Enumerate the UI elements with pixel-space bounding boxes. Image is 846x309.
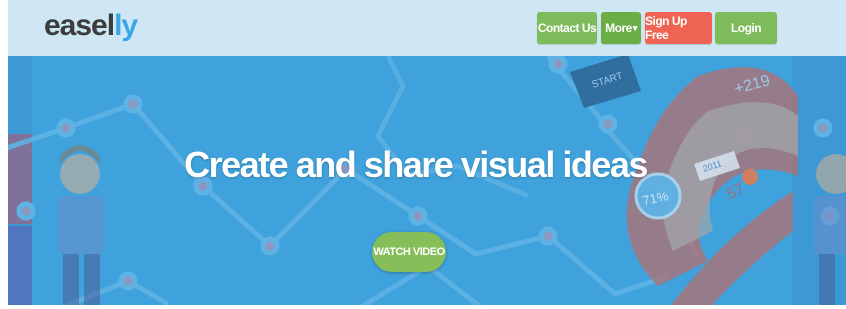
more-dropdown-button[interactable]: More ▾ [601,12,641,44]
login-label: Login [730,21,762,35]
hero-title: Create and share visual ideas [184,144,648,185]
graph-point [118,271,138,291]
page-frame: easelly Contact Us More ▾ Sign Up Free Lo… [8,0,846,309]
graph-point [123,94,143,114]
contact-us-label: Contact Us [537,21,597,35]
watch-video-button[interactable]: WATCH VIDEO [372,232,446,272]
more-label: More [605,21,632,35]
login-button[interactable]: Login [715,12,777,44]
graph-point [408,206,428,226]
logo-text-main: easel [44,9,115,42]
easelly-logo[interactable]: easelly [44,9,138,43]
person-shirt [814,196,846,254]
person-leg-left [819,254,835,309]
caret-down-icon: ▾ [632,22,638,33]
graph-point [538,226,558,246]
graph-point [598,114,618,134]
line-graph-path [8,101,669,297]
watch-video-label: WATCH VIDEO [373,246,445,258]
graph-point [16,201,36,221]
line-graph-path-lower-2 [356,262,485,309]
logo-text-accent: ly [114,9,138,42]
left-purple-band [8,226,32,309]
person-leg-left [63,254,79,309]
top-navbar: easelly Contact Us More ▾ Sign Up Free Lo… [8,0,846,56]
contact-us-button[interactable]: Contact Us [537,12,597,44]
sign-up-label: Sign Up Free [645,14,687,42]
hero-banner: START +219 2011 71% 57 Create and share … [8,56,846,309]
graph-point [548,56,568,74]
graph-point [260,236,280,256]
sign-up-free-button[interactable]: Sign Up Free [645,12,712,44]
page-bottom-edge [0,305,846,309]
person-leg-right [84,254,100,309]
graph-point [56,118,76,138]
graph-point [813,118,833,138]
person-shirt [58,196,104,254]
